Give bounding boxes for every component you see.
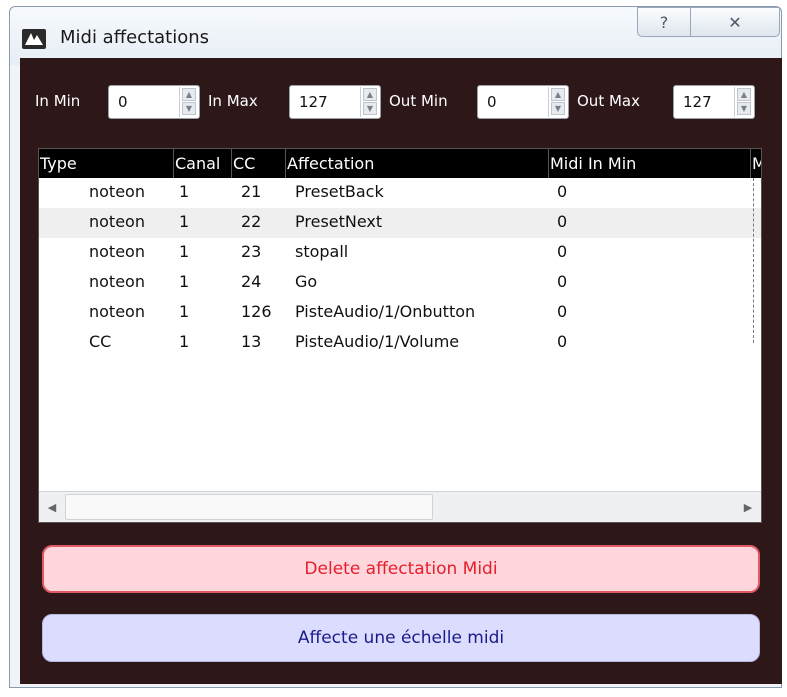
column-header-canal[interactable]: Canal [175,154,220,173]
column-header-type[interactable]: Type [40,154,77,173]
table-row[interactable]: CC 1 13 PisteAudio/1/Volume 0 [39,328,761,358]
cell-affectation: PresetBack [295,182,384,201]
arrow-up-icon[interactable]: ▲ [737,88,751,101]
window-title: Midi affectations [60,27,210,48]
cell-midi-in-min: 0 [557,302,568,321]
column-header-cc[interactable]: CC [233,154,255,173]
cell-type: noteon [89,302,145,321]
in-max-value[interactable]: 127 [299,93,328,111]
cell-type: noteon [89,272,145,291]
in-max-label: In Max [208,92,258,110]
cell-type: noteon [89,212,145,231]
column-header-midi-in-min[interactable]: Midi In Min [550,154,636,173]
close-icon: ✕ [728,12,742,32]
affectations-table[interactable]: Type Canal CC Affectation Midi In Min M … [38,148,762,523]
cell-canal: 1 [179,212,190,231]
dialog-content: In Min 0 ▲ ▼ In Max 127 ▲ ▼ Out Min 0 ▲ … [20,58,782,684]
horizontal-scrollbar[interactable]: ◀ ▶ [39,491,761,522]
cell-affectation: PresetNext [295,212,383,231]
arrow-up-icon[interactable]: ▲ [182,88,196,101]
out-max-arrows: ▲ ▼ [734,87,753,117]
column-header-affectation[interactable]: Affectation [287,154,374,173]
cell-cc: 22 [241,212,262,231]
in-min-label: In Min [35,92,81,110]
cell-midi-in-min: 0 [557,242,568,261]
out-max-label: Out Max [577,92,640,110]
in-min-arrows: ▲ ▼ [179,87,198,117]
help-button[interactable]: ? [637,7,691,37]
in-min-value[interactable]: 0 [118,93,128,111]
scrollbar-thumb[interactable] [65,494,433,520]
cell-affectation: PisteAudio/1/Volume [295,332,460,351]
table-row[interactable]: noteon 1 21 PresetBack 0 [39,178,761,208]
arrow-up-icon[interactable]: ▲ [551,88,565,101]
affecte-echelle-button[interactable]: Affecte une échelle midi [42,614,760,662]
cell-type: CC [89,332,112,351]
app-logo-icon [22,29,46,49]
table-header: Type Canal CC Affectation Midi In Min M [39,149,761,178]
out-max-spinbox[interactable]: 127 ▲ ▼ [673,85,755,119]
in-min-spinbox[interactable]: 0 ▲ ▼ [108,85,200,119]
cell-affectation: PisteAudio/1/Onbutton [295,302,476,321]
cell-cc: 126 [241,302,272,321]
truncated-column-edge [753,178,761,343]
table-row[interactable]: noteon 1 126 PisteAudio/1/Onbutton 0 [39,298,761,328]
cell-canal: 1 [179,182,190,201]
out-min-value[interactable]: 0 [487,93,497,111]
table-row[interactable]: noteon 1 24 Go 0 [39,268,761,298]
cell-canal: 1 [179,272,190,291]
scroll-left-icon[interactable]: ◀ [39,492,65,522]
cell-type: noteon [89,242,145,261]
cell-cc: 13 [241,332,262,351]
scroll-right-icon[interactable]: ▶ [735,492,761,522]
arrow-down-icon[interactable]: ▼ [551,102,565,115]
in-max-spinbox[interactable]: 127 ▲ ▼ [289,85,381,119]
table-row[interactable]: noteon 1 23 stopall 0 [39,238,761,268]
out-max-value[interactable]: 127 [683,93,712,111]
cell-canal: 1 [179,302,190,321]
range-controls: In Min 0 ▲ ▼ In Max 127 ▲ ▼ Out Min 0 ▲ … [20,58,782,119]
arrow-down-icon[interactable]: ▼ [182,102,196,115]
cell-midi-in-min: 0 [557,272,568,291]
column-header-more[interactable]: M [752,154,761,173]
delete-affectation-button[interactable]: Delete affectation Midi [42,545,760,593]
close-button[interactable]: ✕ [690,7,780,37]
cell-midi-in-min: 0 [557,212,568,231]
in-max-arrows: ▲ ▼ [360,87,379,117]
question-icon: ? [659,12,669,32]
out-min-spinbox[interactable]: 0 ▲ ▼ [477,85,569,119]
cell-affectation: Go [295,272,318,291]
cell-midi-in-min: 0 [557,182,568,201]
cell-affectation: stopall [295,242,349,261]
cell-cc: 23 [241,242,262,261]
cell-cc: 24 [241,272,262,291]
cell-cc: 21 [241,182,262,201]
cell-canal: 1 [179,242,190,261]
cell-canal: 1 [179,332,190,351]
cell-midi-in-min: 0 [557,332,568,351]
cell-type: noteon [89,182,145,201]
out-min-arrows: ▲ ▼ [548,87,567,117]
arrow-up-icon[interactable]: ▲ [363,88,377,101]
table-row[interactable]: noteon 1 22 PresetNext 0 [39,208,761,238]
title-bar: Midi affectations ? ✕ [10,7,781,65]
out-min-label: Out Min [389,92,448,110]
arrow-down-icon[interactable]: ▼ [737,102,751,115]
arrow-down-icon[interactable]: ▼ [363,102,377,115]
